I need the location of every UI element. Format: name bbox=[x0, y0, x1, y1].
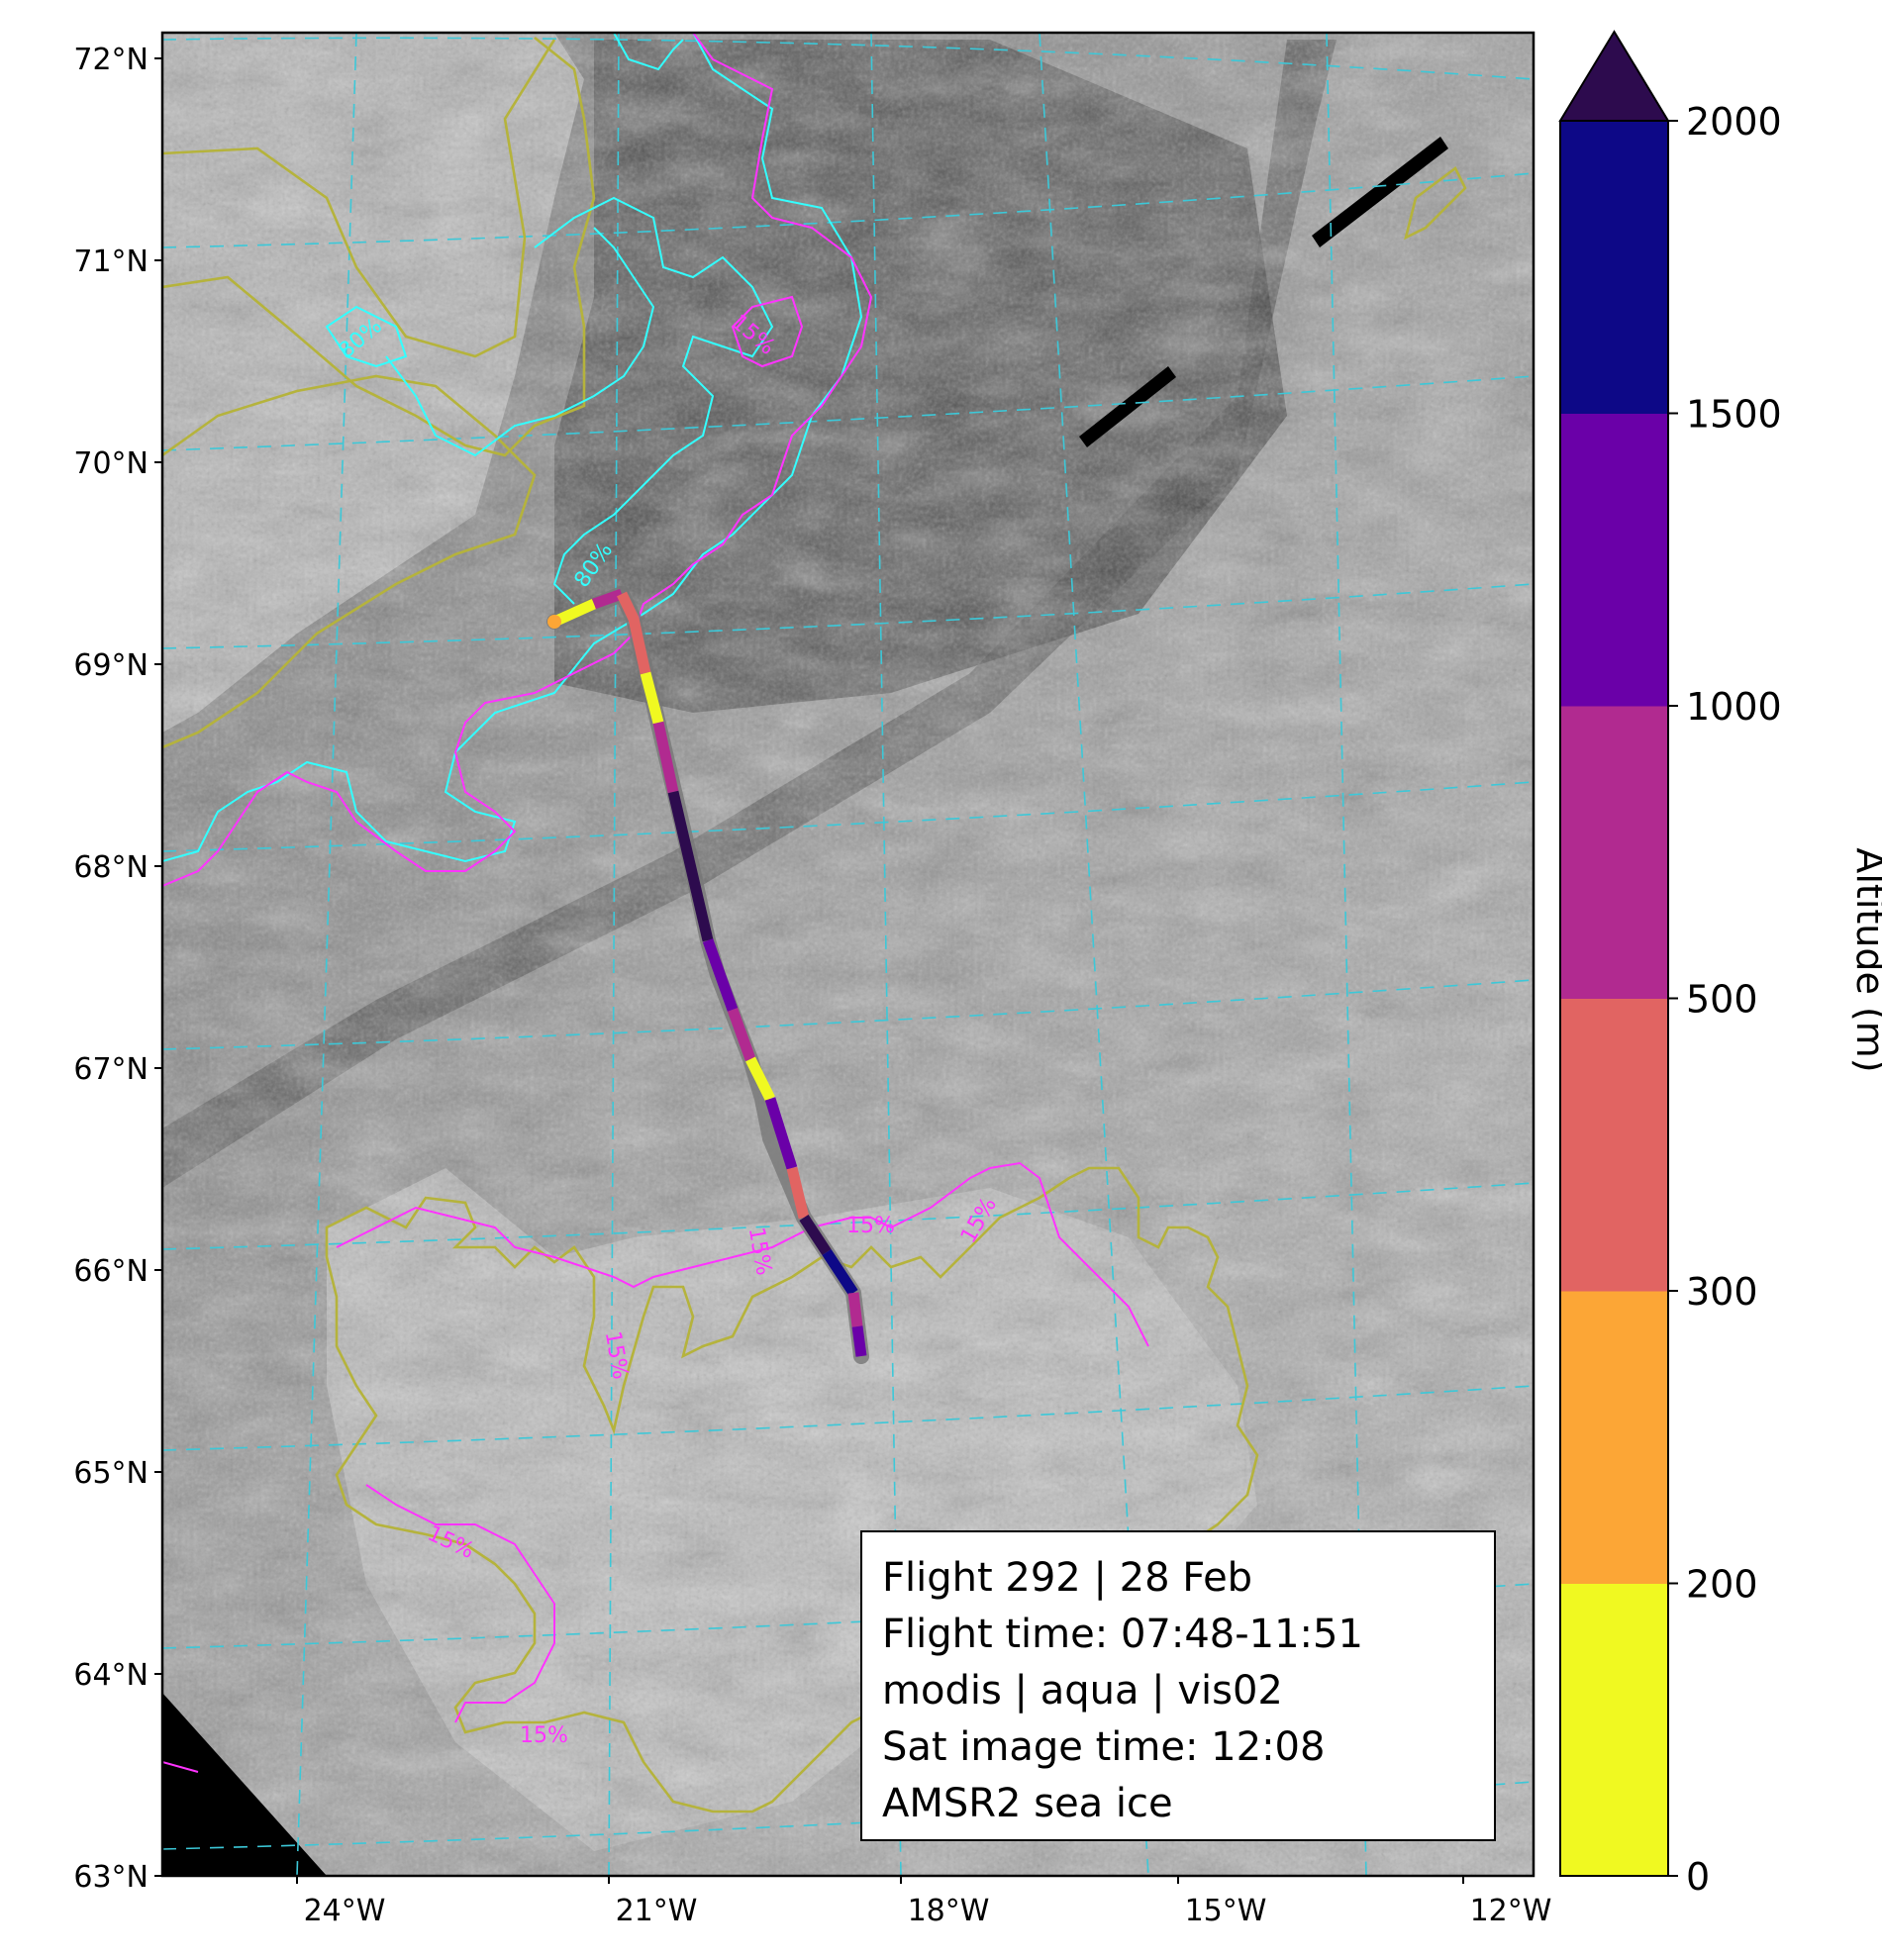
lon-tick-label: 15°W bbox=[1185, 1894, 1267, 1928]
altitude-colorbar: 0 200 300 500 1000 1500 2000 bbox=[1558, 30, 1782, 1899]
lat-tick-label: 72°N bbox=[73, 43, 149, 77]
lat-tick-label: 65°N bbox=[73, 1456, 149, 1491]
lon-tick-label: 21°W bbox=[616, 1894, 698, 1928]
colorbar-label: Altitude (m) bbox=[1848, 847, 1882, 1072]
lon-tick-label: 12°W bbox=[1470, 1894, 1552, 1928]
longitude-axis: 24°W 21°W 18°W 15°W 12°W bbox=[296, 1876, 1552, 1928]
lat-tick-label: 63°N bbox=[73, 1860, 149, 1895]
colorbar-extend-arrow bbox=[1558, 30, 1670, 122]
colorbar-tick-label: 500 bbox=[1686, 978, 1758, 1022]
colorbar-tick-label: 2000 bbox=[1686, 100, 1782, 144]
lat-tick-label: 66°N bbox=[73, 1254, 149, 1289]
flight-info-box: Flight 292 | 28 Feb Flight time: 07:48-1… bbox=[860, 1530, 1496, 1841]
lat-tick-label: 69°N bbox=[73, 648, 149, 683]
colorbar-bin bbox=[1560, 121, 1668, 414]
lat-tick-label: 70°N bbox=[73, 446, 149, 481]
contour-label-15: 15% bbox=[520, 1723, 568, 1748]
info-sea-ice-source: AMSR2 sea ice bbox=[882, 1781, 1173, 1826]
colorbar-bin bbox=[1560, 706, 1668, 999]
lon-tick-label: 18°W bbox=[908, 1894, 990, 1928]
colorbar-bin bbox=[1560, 413, 1668, 707]
colorbar-tick-label: 1000 bbox=[1686, 685, 1782, 729]
lat-tick-label: 64°N bbox=[73, 1658, 149, 1693]
track-segment bbox=[851, 1325, 867, 1357]
colorbar-tick-label: 300 bbox=[1686, 1270, 1758, 1314]
colorbar-bin bbox=[1560, 1583, 1668, 1877]
colorbar-tick-label: 200 bbox=[1686, 1563, 1758, 1607]
colorbar-tick-label: 1500 bbox=[1686, 393, 1782, 437]
info-sensor: modis | aqua | vis02 bbox=[882, 1668, 1283, 1714]
lat-tick-label: 68°N bbox=[73, 850, 149, 885]
lon-tick-label: 24°W bbox=[304, 1894, 386, 1928]
colorbar-bin bbox=[1560, 1291, 1668, 1584]
colorbar-tick-label: 0 bbox=[1686, 1855, 1710, 1899]
info-flight-time: Flight time: 07:48-11:51 bbox=[882, 1612, 1363, 1657]
track-start-marker bbox=[547, 615, 561, 629]
latitude-axis: 72°N 71°N 70°N 69°N 68°N 67°N 66°N 65°N 64°N 63°N bbox=[73, 43, 162, 1895]
lat-tick-label: 67°N bbox=[73, 1052, 149, 1087]
colorbar-bin bbox=[1560, 998, 1668, 1292]
contour-label-15: 15% bbox=[846, 1214, 895, 1238]
info-sat-time: Sat image time: 12:08 bbox=[882, 1724, 1326, 1770]
lat-tick-label: 71°N bbox=[73, 245, 149, 279]
info-flight: Flight 292 | 28 Feb bbox=[882, 1555, 1253, 1601]
track-segment bbox=[847, 1292, 863, 1327]
